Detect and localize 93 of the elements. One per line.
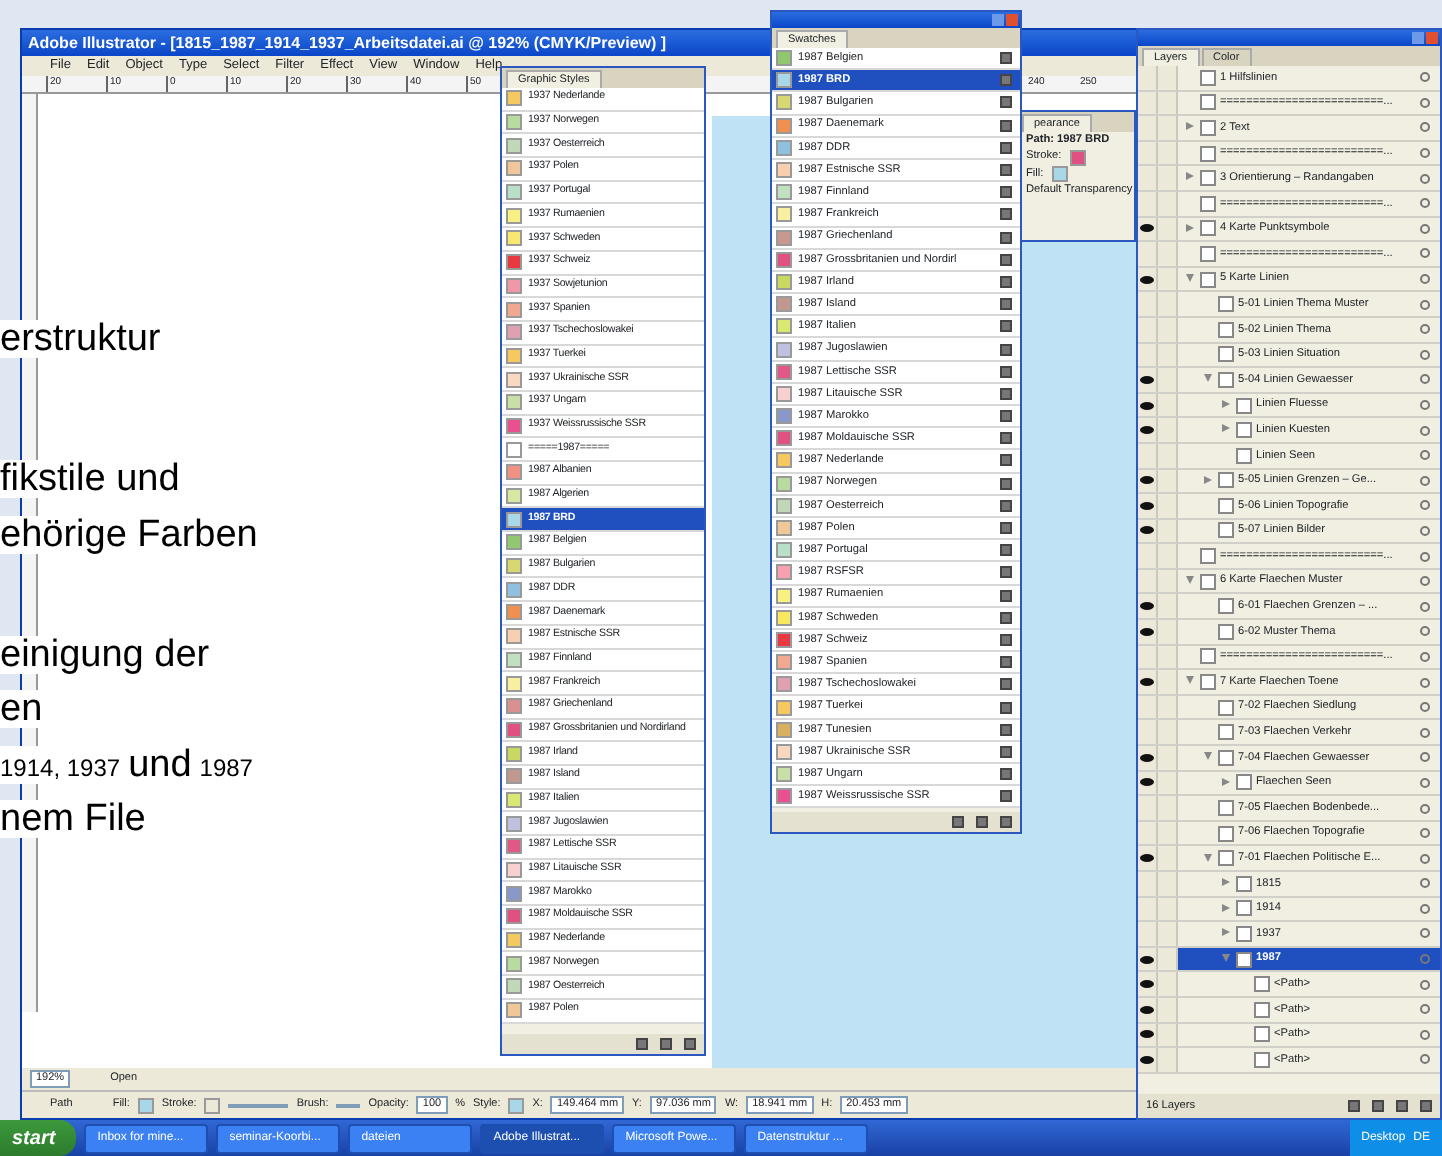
fill-swatch — [1051, 165, 1068, 182]
target-icon[interactable] — [1420, 601, 1430, 612]
target-icon[interactable] — [1420, 525, 1430, 536]
expand-triangle-icon[interactable] — [1204, 475, 1212, 484]
start-button[interactable]: start — [0, 1120, 76, 1156]
target-icon[interactable] — [1420, 475, 1430, 486]
target-icon[interactable] — [1420, 173, 1430, 184]
eye-icon[interactable] — [1140, 375, 1154, 384]
collapse-triangle-icon[interactable] — [1204, 374, 1212, 383]
expand-triangle-icon[interactable] — [1186, 122, 1194, 131]
target-icon[interactable] — [1420, 702, 1430, 713]
target-icon[interactable] — [1420, 198, 1430, 209]
target-icon[interactable] — [1420, 878, 1430, 889]
collapse-triangle-icon[interactable] — [1186, 676, 1194, 685]
eye-icon[interactable] — [1140, 854, 1154, 863]
new-layer-icon[interactable] — [1396, 1100, 1408, 1112]
eye-icon[interactable] — [1140, 401, 1154, 410]
target-icon[interactable] — [1420, 148, 1430, 159]
eye-icon[interactable] — [1140, 778, 1154, 787]
target-icon[interactable] — [1420, 223, 1430, 234]
delete-icon[interactable] — [1000, 816, 1012, 828]
target-icon[interactable] — [1420, 1004, 1430, 1015]
target-icon[interactable] — [1420, 979, 1430, 990]
expand-triangle-icon[interactable] — [1222, 424, 1230, 433]
target-icon[interactable] — [1420, 1029, 1430, 1040]
target-icon[interactable] — [1420, 349, 1430, 360]
target-icon[interactable] — [1420, 853, 1430, 864]
target-icon[interactable] — [1420, 752, 1430, 763]
eye-icon[interactable] — [1140, 955, 1154, 964]
expand-triangle-icon[interactable] — [1222, 878, 1230, 887]
new-sublayer-icon[interactable] — [1372, 1100, 1384, 1112]
style-swatch[interactable] — [508, 1097, 525, 1113]
target-icon[interactable] — [1420, 122, 1430, 133]
fill-swatch[interactable] — [137, 1097, 154, 1113]
eye-icon[interactable] — [1140, 526, 1154, 535]
new-style-icon[interactable] — [660, 1038, 672, 1050]
target-icon[interactable] — [1420, 274, 1430, 285]
style-options-icon[interactable] — [636, 1038, 648, 1050]
expand-triangle-icon[interactable] — [1186, 223, 1194, 232]
eye-icon[interactable] — [1140, 426, 1154, 435]
target-icon[interactable] — [1420, 677, 1430, 688]
stroke-weight-field[interactable] — [228, 1103, 289, 1107]
stroke-swatch[interactable] — [204, 1097, 221, 1113]
eye-icon[interactable] — [1140, 224, 1154, 233]
expand-triangle-icon[interactable] — [1222, 903, 1230, 912]
collapse-triangle-icon[interactable] — [1204, 752, 1212, 761]
target-icon[interactable] — [1420, 828, 1430, 839]
eye-icon[interactable] — [1140, 1005, 1154, 1014]
target-icon[interactable] — [1420, 425, 1430, 436]
eye-icon[interactable] — [1140, 1030, 1154, 1039]
delete-icon[interactable] — [684, 1038, 696, 1050]
target-icon[interactable] — [1420, 903, 1430, 914]
eye-icon[interactable] — [1140, 627, 1154, 636]
target-icon[interactable] — [1420, 626, 1430, 637]
target-icon[interactable] — [1420, 299, 1430, 310]
target-icon[interactable] — [1420, 72, 1430, 83]
expand-triangle-icon[interactable] — [1222, 928, 1230, 937]
delete-icon[interactable] — [1420, 1100, 1432, 1112]
target-icon[interactable] — [1420, 803, 1430, 814]
target-icon[interactable] — [1420, 97, 1430, 108]
collapse-triangle-icon[interactable] — [1204, 853, 1212, 862]
target-icon[interactable] — [1420, 928, 1430, 939]
window-title: Adobe Illustrator - [1815_1987_1914_1937_Arbeitsdatei.ai @ 192% (CMYK/Preview) ] — [28, 31, 667, 55]
eye-icon[interactable] — [1140, 753, 1154, 762]
target-icon[interactable] — [1420, 551, 1430, 562]
new-swatch-icon[interactable] — [976, 816, 988, 828]
eye-icon[interactable] — [1140, 980, 1154, 989]
collapse-triangle-icon[interactable] — [1186, 273, 1194, 282]
collapse-triangle-icon[interactable] — [1186, 575, 1194, 584]
swatch-library-icon[interactable] — [952, 816, 964, 828]
target-icon[interactable] — [1420, 248, 1430, 259]
eye-icon[interactable] — [1140, 678, 1154, 687]
eye-icon[interactable] — [1140, 476, 1154, 485]
expand-triangle-icon[interactable] — [1222, 777, 1230, 786]
target-icon[interactable] — [1420, 576, 1430, 587]
expand-triangle-icon[interactable] — [1222, 399, 1230, 408]
eye-icon[interactable] — [1140, 1055, 1154, 1064]
make-clip-icon[interactable] — [1348, 1100, 1360, 1112]
eye-icon[interactable] — [1140, 602, 1154, 611]
collapse-triangle-icon[interactable] — [1222, 953, 1230, 962]
stroke-swatch — [1069, 149, 1086, 166]
target-icon[interactable] — [1420, 651, 1430, 662]
target-icon[interactable] — [1420, 450, 1430, 461]
eye-icon[interactable] — [1140, 275, 1154, 284]
target-icon[interactable] — [1420, 500, 1430, 511]
target-icon[interactable] — [1420, 1054, 1430, 1065]
target-icon[interactable] — [1420, 324, 1430, 335]
target-icon[interactable] — [1420, 777, 1430, 788]
expand-triangle-icon[interactable] — [1186, 172, 1194, 181]
target-icon[interactable] — [1420, 374, 1430, 385]
target-icon[interactable] — [1420, 727, 1430, 738]
eye-icon[interactable] — [1140, 501, 1154, 510]
target-icon[interactable] — [1420, 400, 1430, 411]
